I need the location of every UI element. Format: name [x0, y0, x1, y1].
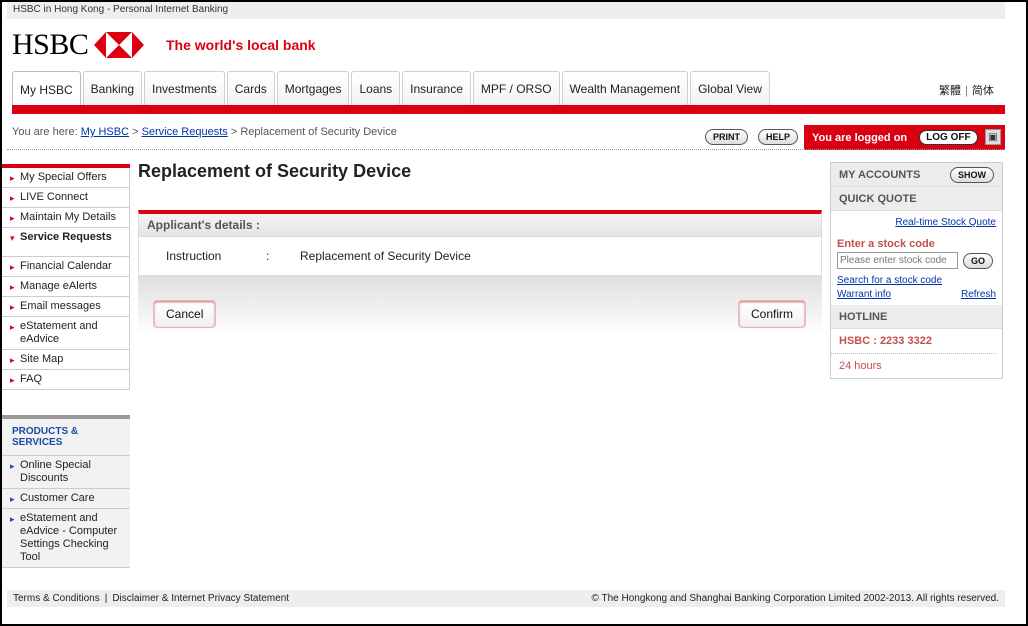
- nav-item-service-requests[interactable]: Service Requests: [2, 228, 130, 257]
- breadcrumb-current: Replacement of Security Device: [240, 126, 397, 138]
- tab-banking[interactable]: Banking: [82, 71, 143, 105]
- nav-item-site-map[interactable]: Site Map: [2, 350, 130, 370]
- products-heading: PRODUCTS & SERVICES: [2, 419, 130, 456]
- breadcrumb-service-requests[interactable]: Service Requests: [142, 126, 228, 138]
- quick-quote-header: QUICK QUOTE: [831, 187, 1002, 211]
- footer-links: Terms & Conditions | Disclaimer & Internet…: [13, 593, 289, 604]
- tab-loans[interactable]: Loans: [351, 71, 401, 105]
- nav-item-estatement[interactable]: eStatement and eAdvice: [2, 317, 130, 350]
- nav-item-financial-calendar[interactable]: Financial Calendar: [2, 257, 130, 277]
- footer: Terms & Conditions | Disclaimer & Internet…: [7, 590, 1005, 607]
- logged-in-text: You are logged on: [812, 131, 908, 144]
- lock-icon: ▣: [985, 129, 1001, 145]
- stock-code-row: GO: [831, 250, 1002, 271]
- instruction-label: Instruction: [166, 249, 222, 263]
- breadcrumb-arrow: >: [230, 126, 238, 138]
- tab-my-hsbc[interactable]: My HSBC: [12, 71, 81, 107]
- page-title: Replacement of Security Device: [138, 161, 412, 181]
- my-accounts-box: MY ACCOUNTS SHOW QUICK QUOTE Real-time S…: [830, 162, 1003, 379]
- nav-item-my-special-offers[interactable]: My Special Offers: [2, 168, 130, 188]
- tab-investments[interactable]: Investments: [144, 71, 225, 105]
- footer-separator: |: [104, 593, 108, 604]
- hsbc-logo[interactable]: HSBC: [12, 28, 145, 62]
- nav-item-email-messages[interactable]: Email messages: [2, 297, 130, 317]
- warrant-info-link[interactable]: Warrant info: [837, 289, 891, 300]
- instruction-colon: :: [266, 249, 270, 263]
- lang-traditional-link[interactable]: 繁體: [939, 85, 961, 97]
- hotline-title: HOTLINE: [839, 310, 888, 323]
- tab-insurance[interactable]: Insurance: [402, 71, 471, 105]
- help-button[interactable]: HELP: [758, 129, 799, 145]
- hotline-hours: 24 hours: [839, 360, 882, 372]
- hotline-number: HSBC : 2233 3322: [831, 329, 996, 354]
- cancel-button[interactable]: Cancel: [153, 300, 217, 328]
- login-status-bar: You are logged on LOG OFF ▣: [804, 125, 1005, 150]
- language-switcher: 繁體 | 简体: [939, 82, 994, 98]
- show-accounts-button[interactable]: SHOW: [950, 166, 994, 183]
- logo-wordmark: HSBC: [12, 28, 89, 61]
- breadcrumb-my-hsbc[interactable]: My HSBC: [81, 126, 129, 138]
- left-navigation: My Special Offers LIVE Connect Maintain …: [2, 164, 130, 390]
- breadcrumb: You are here: My HSBC > Service Requests…: [12, 126, 397, 138]
- tab-global-view[interactable]: Global View: [690, 71, 770, 105]
- stock-code-input[interactable]: [837, 252, 958, 269]
- realtime-quote-row: Real-time Stock Quote: [831, 211, 1002, 234]
- panel-actions: Cancel Confirm: [138, 276, 822, 334]
- realtime-stock-quote-link[interactable]: Real-time Stock Quote: [895, 217, 996, 228]
- main-tabs: My HSBC Banking Investments Cards Mortga…: [12, 71, 772, 107]
- tagline: The world's local bank: [166, 37, 316, 53]
- quick-quote-title: QUICK QUOTE: [839, 192, 917, 205]
- logoff-button[interactable]: LOG OFF: [919, 130, 978, 145]
- nav-item-manage-ealerts[interactable]: Manage eAlerts: [2, 277, 130, 297]
- quote-links-row: Search for a stock code Warrant info Ref…: [831, 271, 1002, 305]
- site-topbar: HSBC in Hong Kong - Personal Internet Ba…: [7, 2, 1005, 19]
- applicant-details-panel: Applicant's details : Instruction : Repl…: [138, 210, 822, 334]
- product-item-online-special-discounts[interactable]: Online Special Discounts: [2, 456, 130, 489]
- products-services-panel: PRODUCTS & SERVICES Online Special Disco…: [2, 415, 130, 568]
- instruction-value: Replacement of Security Device: [300, 249, 471, 263]
- terms-link[interactable]: Terms & Conditions: [13, 593, 100, 604]
- tab-wealth-management[interactable]: Wealth Management: [561, 71, 689, 105]
- search-stock-code-link[interactable]: Search for a stock code: [837, 275, 942, 286]
- panel-heading: Applicant's details :: [138, 210, 822, 236]
- lang-separator: |: [965, 85, 968, 97]
- my-accounts-title: MY ACCOUNTS: [839, 168, 921, 181]
- disclaimer-link[interactable]: Disclaimer & Internet Privacy Statement: [112, 593, 289, 604]
- product-item-settings-checking-tool[interactable]: eStatement and eAdvice - Computer Settin…: [2, 509, 130, 568]
- my-accounts-header: MY ACCOUNTS SHOW: [831, 163, 1002, 187]
- confirm-button[interactable]: Confirm: [737, 300, 806, 328]
- breadcrumb-prefix: You are here:: [12, 126, 78, 138]
- hexagon-logo-icon: [94, 32, 145, 58]
- hotline-header: HOTLINE: [831, 305, 1002, 329]
- tab-cards[interactable]: Cards: [226, 71, 275, 105]
- copyright-text: © The Hongkong and Shanghai Banking Corp…: [591, 593, 999, 604]
- go-button[interactable]: GO: [963, 252, 994, 269]
- topbar-text: HSBC in Hong Kong - Personal Internet Ba…: [13, 4, 229, 15]
- refresh-link[interactable]: Refresh: [961, 289, 996, 300]
- right-sidebar: MY ACCOUNTS SHOW QUICK QUOTE Real-time S…: [830, 162, 1003, 379]
- nav-item-maintain-my-details[interactable]: Maintain My Details: [2, 208, 130, 228]
- print-button[interactable]: PRINT: [705, 129, 748, 145]
- stock-code-label: Enter a stock code: [837, 238, 935, 250]
- instruction-row: Instruction : Replacement of Security De…: [138, 236, 822, 276]
- tab-underline-bar: [12, 105, 1005, 114]
- nav-item-faq[interactable]: FAQ: [2, 370, 130, 390]
- breadcrumb-arrow: >: [132, 126, 139, 138]
- lang-simplified-link[interactable]: 简体: [972, 85, 994, 97]
- product-item-customer-care[interactable]: Customer Care: [2, 489, 130, 509]
- tab-mortgages[interactable]: Mortgages: [276, 71, 350, 105]
- tab-mpf-orso[interactable]: MPF / ORSO: [472, 71, 560, 105]
- breadcrumb-divider: [7, 149, 1005, 150]
- nav-item-live-connect[interactable]: LIVE Connect: [2, 188, 130, 208]
